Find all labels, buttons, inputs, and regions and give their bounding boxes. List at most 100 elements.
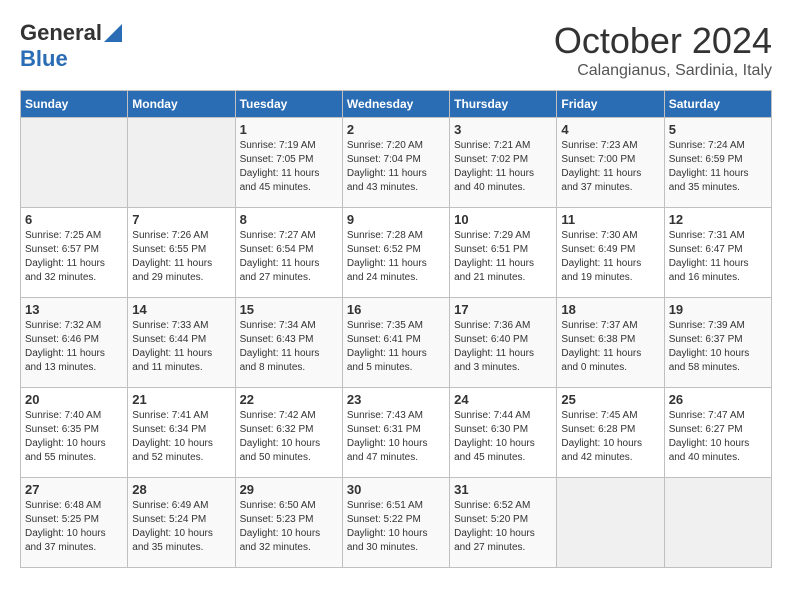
day-of-week-header: Tuesday	[235, 91, 342, 118]
day-number: 22	[240, 392, 338, 407]
day-number: 20	[25, 392, 123, 407]
day-info: Sunrise: 7:32 AM Sunset: 6:46 PM Dayligh…	[25, 319, 123, 375]
day-number: 8	[240, 212, 338, 227]
day-info: Sunrise: 7:28 AM Sunset: 6:52 PM Dayligh…	[347, 229, 445, 285]
calendar-cell: 15Sunrise: 7:34 AM Sunset: 6:43 PM Dayli…	[235, 298, 342, 388]
calendar-week-row: 13 Sunrise: 7:32 AM Sunset: 6:46 PM Dayli…	[21, 298, 772, 388]
calendar-cell: 29 Sunrise: 6:50 AM Sunset: 5:23 PM Dayli…	[235, 478, 342, 568]
day-number: 18	[561, 302, 659, 317]
calendar-cell: 9 Sunrise: 7:28 AM Sunset: 6:52 PM Daylig…	[342, 208, 449, 298]
logo-general: General	[20, 20, 102, 46]
logo: General Blue	[20, 20, 122, 72]
day-info: Sunrise: 6:49 AM Sunset: 5:24 PM Dayligh…	[132, 499, 230, 555]
day-number: 25	[561, 392, 659, 407]
day-number: 27	[25, 482, 123, 497]
calendar-cell: 18Sunrise: 7:37 AM Sunset: 6:38 PM Dayli…	[557, 298, 664, 388]
day-number: 2	[347, 122, 445, 137]
day-number: 31	[454, 482, 552, 497]
calendar-week-row: 20 Sunrise: 7:40 AM Sunset: 6:35 PM Dayli…	[21, 388, 772, 478]
calendar-cell: 20 Sunrise: 7:40 AM Sunset: 6:35 PM Dayli…	[21, 388, 128, 478]
day-of-week-header: Sunday	[21, 91, 128, 118]
calendar-cell: 3 Sunrise: 7:21 AM Sunset: 7:02 PM Daylig…	[450, 118, 557, 208]
day-number: 26	[669, 392, 767, 407]
day-info: Sunrise: 6:51 AM Sunset: 5:22 PM Dayligh…	[347, 499, 445, 555]
calendar-week-row: 6Sunrise: 7:25 AM Sunset: 6:57 PM Daylig…	[21, 208, 772, 298]
calendar-week-row: 1Sunrise: 7:19 AM Sunset: 7:05 PM Daylig…	[21, 118, 772, 208]
calendar-cell	[557, 478, 664, 568]
day-info: Sunrise: 7:43 AM Sunset: 6:31 PM Dayligh…	[347, 409, 445, 465]
day-number: 10	[454, 212, 552, 227]
day-of-week-header: Saturday	[664, 91, 771, 118]
day-number: 3	[454, 122, 552, 137]
day-info: Sunrise: 7:29 AM Sunset: 6:51 PM Dayligh…	[454, 229, 552, 285]
day-number: 12	[669, 212, 767, 227]
calendar-cell: 30 Sunrise: 6:51 AM Sunset: 5:22 PM Dayli…	[342, 478, 449, 568]
calendar-table: SundayMondayTuesdayWednesdayThursdayFrid…	[20, 90, 772, 568]
calendar-cell	[664, 478, 771, 568]
calendar-cell: 7Sunrise: 7:26 AM Sunset: 6:55 PM Daylig…	[128, 208, 235, 298]
day-number: 17	[454, 302, 552, 317]
day-info: Sunrise: 7:40 AM Sunset: 6:35 PM Dayligh…	[25, 409, 123, 465]
day-info: Sunrise: 7:27 AM Sunset: 6:54 PM Dayligh…	[240, 229, 338, 285]
logo-triangle-icon	[104, 24, 122, 42]
calendar-cell: 23 Sunrise: 7:43 AM Sunset: 6:31 PM Dayli…	[342, 388, 449, 478]
day-info: Sunrise: 7:44 AM Sunset: 6:30 PM Dayligh…	[454, 409, 552, 465]
day-info: Sunrise: 6:50 AM Sunset: 5:23 PM Dayligh…	[240, 499, 338, 555]
day-info: Sunrise: 6:48 AM Sunset: 5:25 PM Dayligh…	[25, 499, 123, 555]
calendar-cell: 10 Sunrise: 7:29 AM Sunset: 6:51 PM Dayli…	[450, 208, 557, 298]
calendar-cell: 1Sunrise: 7:19 AM Sunset: 7:05 PM Daylig…	[235, 118, 342, 208]
day-number: 23	[347, 392, 445, 407]
day-info: Sunrise: 7:45 AM Sunset: 6:28 PM Dayligh…	[561, 409, 659, 465]
day-number: 15	[240, 302, 338, 317]
day-number: 16	[347, 302, 445, 317]
calendar-cell: 24 Sunrise: 7:44 AM Sunset: 6:30 PM Dayli…	[450, 388, 557, 478]
day-info: Sunrise: 7:19 AM Sunset: 7:05 PM Dayligh…	[240, 139, 338, 195]
day-info: Sunrise: 7:21 AM Sunset: 7:02 PM Dayligh…	[454, 139, 552, 195]
day-number: 30	[347, 482, 445, 497]
day-number: 29	[240, 482, 338, 497]
day-info: Sunrise: 7:41 AM Sunset: 6:34 PM Dayligh…	[132, 409, 230, 465]
day-number: 11	[561, 212, 659, 227]
day-number: 9	[347, 212, 445, 227]
day-of-week-header: Wednesday	[342, 91, 449, 118]
day-number: 14	[132, 302, 230, 317]
calendar-cell: 2 Sunrise: 7:20 AM Sunset: 7:04 PM Daylig…	[342, 118, 449, 208]
calendar-cell: 21Sunrise: 7:41 AM Sunset: 6:34 PM Dayli…	[128, 388, 235, 478]
day-info: Sunrise: 6:52 AM Sunset: 5:20 PM Dayligh…	[454, 499, 552, 555]
calendar-cell	[128, 118, 235, 208]
calendar-cell: 14 Sunrise: 7:33 AM Sunset: 6:44 PM Dayli…	[128, 298, 235, 388]
calendar-header-row: SundayMondayTuesdayWednesdayThursdayFrid…	[21, 91, 772, 118]
page-header: General Blue October 2024 Calangianus, S…	[20, 20, 772, 80]
calendar-cell: 11Sunrise: 7:30 AM Sunset: 6:49 PM Dayli…	[557, 208, 664, 298]
day-number: 13	[25, 302, 123, 317]
location-subtitle: Calangianus, Sardinia, Italy	[554, 62, 772, 80]
title-section: October 2024 Calangianus, Sardinia, Ital…	[554, 20, 772, 80]
day-info: Sunrise: 7:42 AM Sunset: 6:32 PM Dayligh…	[240, 409, 338, 465]
month-title: October 2024	[554, 20, 772, 62]
day-number: 7	[132, 212, 230, 227]
day-info: Sunrise: 7:39 AM Sunset: 6:37 PM Dayligh…	[669, 319, 767, 375]
calendar-cell: 28Sunrise: 6:49 AM Sunset: 5:24 PM Dayli…	[128, 478, 235, 568]
day-info: Sunrise: 7:24 AM Sunset: 6:59 PM Dayligh…	[669, 139, 767, 195]
calendar-cell: 25 Sunrise: 7:45 AM Sunset: 6:28 PM Dayli…	[557, 388, 664, 478]
day-info: Sunrise: 7:23 AM Sunset: 7:00 PM Dayligh…	[561, 139, 659, 195]
day-number: 6	[25, 212, 123, 227]
day-number: 5	[669, 122, 767, 137]
logo-blue: Blue	[20, 46, 68, 71]
calendar-cell: 16 Sunrise: 7:35 AM Sunset: 6:41 PM Dayli…	[342, 298, 449, 388]
calendar-cell: 31 Sunrise: 6:52 AM Sunset: 5:20 PM Dayli…	[450, 478, 557, 568]
day-number: 24	[454, 392, 552, 407]
day-info: Sunrise: 7:36 AM Sunset: 6:40 PM Dayligh…	[454, 319, 552, 375]
calendar-body: 1Sunrise: 7:19 AM Sunset: 7:05 PM Daylig…	[21, 118, 772, 568]
calendar-cell: 12Sunrise: 7:31 AM Sunset: 6:47 PM Dayli…	[664, 208, 771, 298]
day-info: Sunrise: 7:33 AM Sunset: 6:44 PM Dayligh…	[132, 319, 230, 375]
calendar-week-row: 27 Sunrise: 6:48 AM Sunset: 5:25 PM Dayli…	[21, 478, 772, 568]
day-info: Sunrise: 7:35 AM Sunset: 6:41 PM Dayligh…	[347, 319, 445, 375]
calendar-cell: 19Sunrise: 7:39 AM Sunset: 6:37 PM Dayli…	[664, 298, 771, 388]
day-of-week-header: Monday	[128, 91, 235, 118]
calendar-cell: 5 Sunrise: 7:24 AM Sunset: 6:59 PM Daylig…	[664, 118, 771, 208]
calendar-cell: 13 Sunrise: 7:32 AM Sunset: 6:46 PM Dayli…	[21, 298, 128, 388]
day-info: Sunrise: 7:47 AM Sunset: 6:27 PM Dayligh…	[669, 409, 767, 465]
day-info: Sunrise: 7:20 AM Sunset: 7:04 PM Dayligh…	[347, 139, 445, 195]
calendar-cell: 27 Sunrise: 6:48 AM Sunset: 5:25 PM Dayli…	[21, 478, 128, 568]
